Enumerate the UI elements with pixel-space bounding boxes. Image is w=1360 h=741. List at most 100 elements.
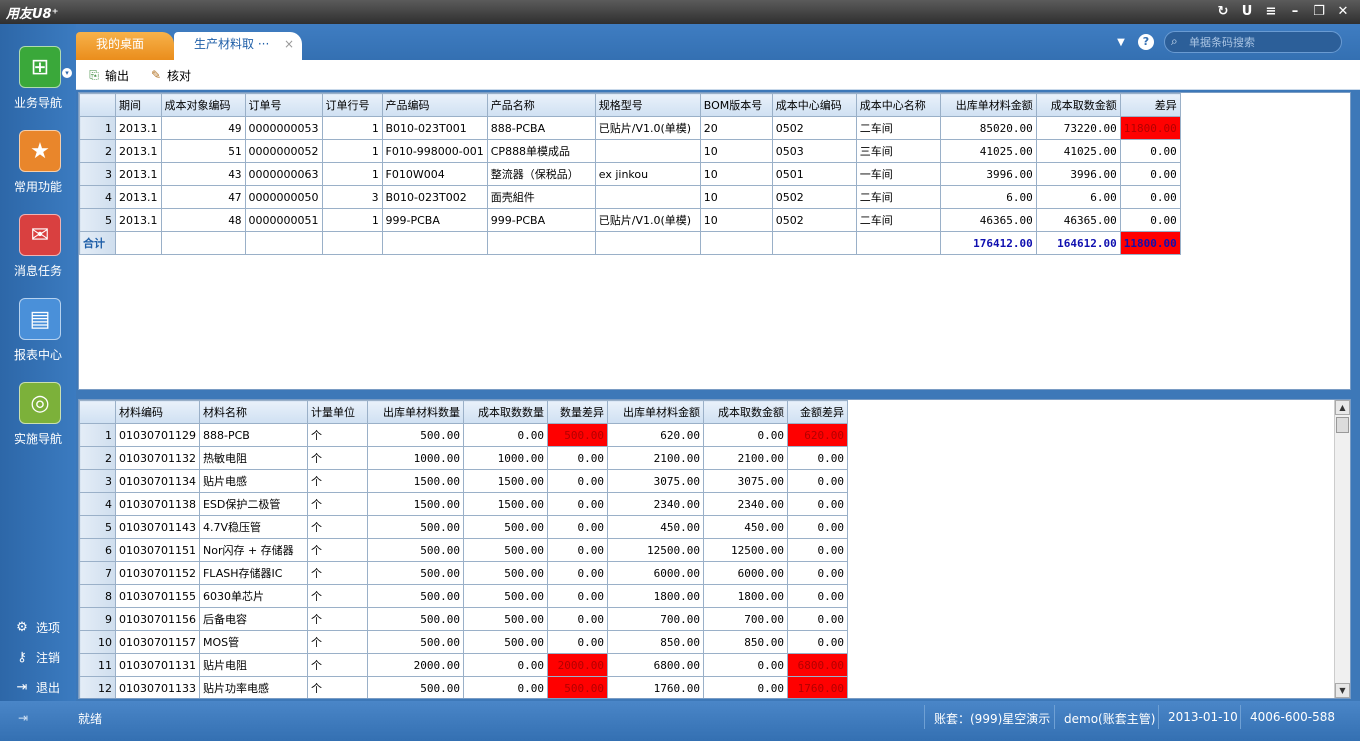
row-number: 1 [79, 116, 116, 140]
table-row[interactable]: 12 01030701133 贴片功率电感个 500.00 0.00 500.00 1760… [79, 676, 848, 698]
column-header[interactable]: 成本中心编码 [771, 93, 857, 117]
sidebar-item-label: 业务导航 [13, 96, 62, 110]
column-header[interactable]: 成本中心名称 [855, 93, 941, 117]
row-number: 8 [79, 584, 116, 608]
table-cell: 01030701131 [115, 653, 200, 677]
column-header[interactable]: 成本取数金额 [702, 400, 788, 424]
column-header[interactable]: 成本对象编码 [160, 93, 246, 117]
column-header[interactable]: 成本取数金额 [1035, 93, 1121, 117]
column-header[interactable]: 规格型号 [594, 93, 701, 117]
table-row[interactable]: 4 2013.1 47 0000000050 3 B010-023T002 面壳組件 10 05… [79, 185, 1181, 209]
table-cell: 500.00 [366, 584, 464, 608]
minimize-button[interactable]: – [1284, 2, 1306, 22]
column-header[interactable]: 订单行号 [321, 93, 383, 117]
scroll-up-icon[interactable]: ▲ [1335, 400, 1350, 415]
table-cell: 0.00 [546, 515, 608, 539]
logout-link[interactable]: ⚷ 注销 [14, 648, 60, 666]
column-header[interactable]: 出库单材料金额 [939, 93, 1037, 117]
table-row[interactable]: 3 01030701134 贴片电感个 1500.00 1500.00 0.00 3075.… [79, 469, 848, 493]
table-cell: 1 [321, 162, 383, 186]
row-number: 2 [79, 139, 116, 163]
tab-my-desktop[interactable]: 我的桌面 [76, 32, 174, 60]
tree-icon: ⊞ [19, 46, 61, 88]
row-number: 3 [79, 469, 116, 493]
menu-icon[interactable]: ≡ [1260, 2, 1282, 22]
column-header[interactable]: 出库单材料数量 [366, 400, 464, 424]
column-header[interactable]: 材料编码 [115, 400, 200, 424]
row-number: 5 [79, 515, 116, 539]
vertical-scrollbar[interactable]: ▲ ▼ [1334, 400, 1350, 698]
material-detail-table: 材料编码 材料名称 计量单位 出库单材料数量 成本取数数量 数量差异 出库单材料金额 成本取数… [79, 400, 848, 698]
row-number: 7 [79, 561, 116, 585]
help-icon[interactable]: ? [1138, 34, 1154, 50]
export-button[interactable]: ⎘ 输出 [86, 66, 129, 84]
column-header[interactable]: 期间 [115, 93, 162, 117]
search-icon[interactable]: ⌕ [1171, 34, 1178, 49]
column-header[interactable]: 产品编码 [381, 93, 488, 117]
tab-production-material[interactable]: 生产材料取 ··· × [174, 32, 302, 60]
scroll-down-icon[interactable]: ▼ [1335, 683, 1350, 698]
check-button[interactable]: ✎ 核对 [148, 66, 191, 84]
table-cell [321, 231, 383, 255]
sidebar-item-business-nav[interactable]: ⊞ 业务导航 [0, 46, 76, 126]
column-header[interactable]: 金额差异 [786, 400, 848, 424]
table-row[interactable]: 3 2013.1 43 0000000063 1 F010W004 整流器（保税品） ex j… [79, 162, 1181, 186]
table-cell: 0000000050 [244, 185, 323, 209]
table-row[interactable]: 2 2013.1 51 0000000052 1 F010-998000-001 CP888… [79, 139, 1181, 163]
sidebar-item-implementation-nav[interactable]: ◎ 实施导航 [0, 382, 76, 462]
dropdown-icon[interactable]: ▼ [1114, 37, 1128, 48]
column-header[interactable]: 计量单位 [306, 400, 368, 424]
sidebar-item-report-center[interactable]: ▤ 报表中心 [0, 298, 76, 378]
table-row[interactable]: 7 01030701152 FLASH存储器IC 个 500.00 500.00 0.00 6… [79, 561, 848, 585]
scrollbar-thumb[interactable] [1336, 417, 1349, 433]
table-row[interactable]: 6 01030701151 Nor闪存 + 存储器个 500.00 500.00 0.00… [79, 538, 848, 562]
column-header[interactable]: 产品名称 [486, 93, 596, 117]
table-row[interactable]: 4 01030701138 ESD保护二极管个 1500.00 1500.00 0.00 2… [79, 492, 848, 516]
table-cell: 85020.00 [939, 116, 1037, 140]
column-header[interactable]: 出库单材料金额 [606, 400, 704, 424]
table-row[interactable]: 5 01030701143 4.7V稳压管个 500.00 500.00 0.00 450.… [79, 515, 848, 539]
column-header[interactable]: 数量差异 [546, 400, 608, 424]
table-cell: Nor闪存 + 存储器 [198, 538, 308, 562]
search-input[interactable] [1189, 34, 1337, 50]
table-cell: 20 [699, 116, 773, 140]
product-summary-table: 期间 成本对象编码 订单号 订单行号 产品编码 产品名称 规格型号 BOM版本号 成本中心编码成… [79, 93, 1181, 255]
collapse-icon[interactable]: ⇥ [18, 711, 28, 725]
column-header[interactable]: 成本取数数量 [462, 400, 548, 424]
column-header[interactable]: 订单号 [244, 93, 323, 117]
table-cell: 2100.00 [702, 446, 788, 470]
table-cell: 01030701129 [115, 423, 200, 447]
table-row[interactable]: 2 01030701132 热敏电阻个 1000.00 1000.00 0.00 2100.… [79, 446, 848, 470]
exit-link[interactable]: ⇥ 退出 [14, 678, 60, 696]
table-cell: 500.00 [366, 423, 464, 447]
table-row[interactable]: 5 2013.1 48 0000000051 1 999-PCBA 999-PCBA 已贴片/… [79, 208, 1181, 232]
column-header[interactable]: 材料名称 [198, 400, 308, 424]
table-cell: 0000000052 [244, 139, 323, 163]
table-cell: 10 [699, 162, 773, 186]
chevron-down-icon[interactable]: ▾ [62, 68, 72, 78]
table-cell: 个 [306, 676, 368, 698]
table-row[interactable]: 1 2013.1 49 0000000053 1 B010-023T001 888-PCBA… [79, 116, 1181, 140]
restore-button[interactable]: ❐ [1308, 2, 1330, 22]
export-label: 输出 [105, 68, 130, 83]
u-icon[interactable]: U [1236, 2, 1258, 22]
table-cell: 500.00 [462, 515, 548, 539]
table-row[interactable]: 10 01030701157 MOS管个 500.00 500.00 0.00 850.00… [79, 630, 848, 654]
options-link[interactable]: ⚙ 选项 [14, 618, 60, 636]
column-header[interactable]: 差异 [1119, 93, 1181, 117]
table-cell: 2013.1 [115, 139, 162, 163]
star-icon: ★ [19, 130, 61, 172]
close-button[interactable]: ✕ [1332, 2, 1354, 22]
table-cell: 二车间 [855, 208, 941, 232]
sidebar-item-message-tasks[interactable]: ✉ 消息任务 [0, 214, 76, 294]
table-row[interactable]: 9 01030701156 后备电容个 500.00 500.00 0.00 700.00 7… [79, 607, 848, 631]
refresh-icon[interactable]: ↻ [1212, 2, 1234, 22]
table-cell: 1000.00 [366, 446, 464, 470]
table-row[interactable]: 11 01030701131 贴片电阻个 2000.00 0.00 2000.00 6800… [79, 653, 848, 677]
sidebar-item-common-functions[interactable]: ★ 常用功能 [0, 130, 76, 210]
column-header[interactable]: BOM版本号 [699, 93, 773, 117]
table-cell: 3996.00 [939, 162, 1037, 186]
table-row[interactable]: 1 01030701129 888-PCB 个 500.00 0.00 500.00 620.… [79, 423, 848, 447]
close-icon[interactable]: × [284, 32, 294, 56]
table-row[interactable]: 8 01030701155 6030单芯片个 500.00 500.00 0.00 1800… [79, 584, 848, 608]
